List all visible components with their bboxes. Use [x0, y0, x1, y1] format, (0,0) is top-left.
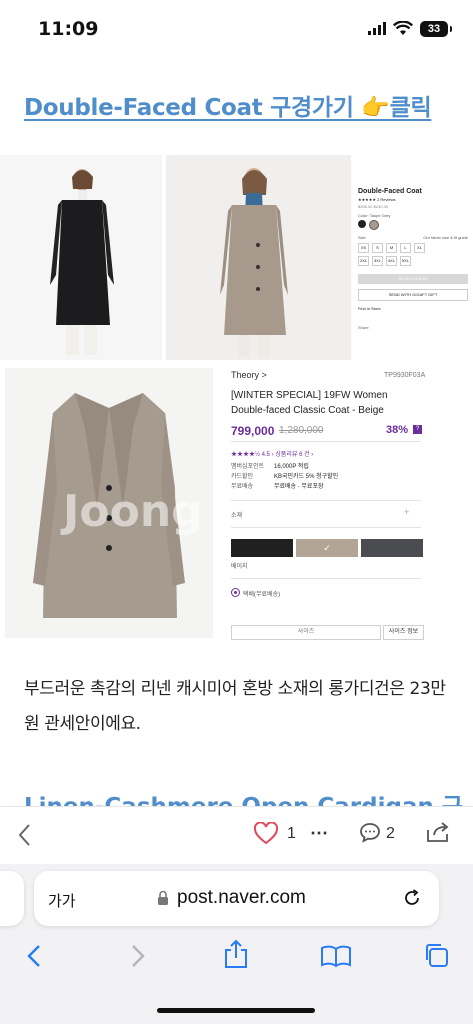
swatch-taupe[interactable]	[369, 220, 379, 230]
color-swatch-black[interactable]	[231, 539, 293, 557]
size-option[interactable]: M	[386, 243, 397, 253]
select-size-button[interactable]: SELECT A SIZE	[358, 274, 468, 284]
product-rating[interactable]: ★★★★½ 4.5 › 상품리뷰 6 건 ›	[231, 449, 313, 458]
product-brand[interactable]: Theory >	[231, 370, 267, 380]
ship-value: 무료배송 · 무료포장	[274, 484, 324, 490]
card-value: KB국민카드 5% 청구할인	[274, 474, 339, 480]
point-label: 멤버십포인트	[231, 464, 265, 470]
bookmarks-icon[interactable]	[320, 944, 352, 968]
watermark-text: Joong	[63, 486, 203, 537]
size-option[interactable]: S	[372, 243, 383, 253]
black-coat-photo	[0, 155, 162, 360]
text-size-button[interactable]: 가가	[48, 890, 76, 911]
more-options-icon[interactable]: ⋯	[310, 823, 328, 844]
card-label: 카드할인	[231, 474, 254, 480]
size-option[interactable]: L	[400, 243, 411, 253]
size-select[interactable]: 사이즈	[231, 625, 381, 640]
product-name-line1: [WINTER SPECIAL] 19FW Women	[231, 390, 388, 401]
size-option[interactable]: 2XL	[358, 256, 369, 266]
article-paragraph: 부드러운 촉감의 리넨 캐시미어 혼방 소재의 롱가디건은 23만원 관세안이에…	[24, 679, 446, 734]
size-option[interactable]: 3XL	[372, 256, 383, 266]
size-option[interactable]: 5XL	[400, 256, 411, 266]
comment-count: 2	[386, 825, 395, 842]
battery-indicator: 33	[420, 21, 452, 37]
shop-side-size-grid: XS S M L XL 2XL 3XL 4XL 5XL	[358, 243, 473, 266]
shop-side-price: $395.00 $240.00	[358, 204, 389, 209]
coat-link-title[interactable]: Double-Faced Coat 구경가기 👉클릭	[24, 88, 432, 122]
selected-color-name: 베이지	[231, 564, 248, 570]
shop-side-share[interactable]: Share	[358, 325, 473, 330]
product-code: TP9930F03A	[384, 372, 426, 379]
ship-label: 무료배송	[231, 484, 254, 490]
material-label: 소재	[231, 513, 243, 519]
blog-share-icon[interactable]	[425, 820, 451, 844]
url-text[interactable]: post.naver.com	[177, 887, 306, 909]
point-value: 16,000P 적립	[274, 464, 309, 470]
size-option[interactable]: 4XL	[386, 256, 397, 266]
product-price: 799,000	[231, 424, 275, 438]
color-swatch-charcoal[interactable]	[361, 539, 423, 557]
like-count: 1	[287, 825, 296, 842]
browser-forward-icon[interactable]	[130, 944, 146, 968]
tabs-icon[interactable]	[422, 941, 450, 969]
product-discount: 38%	[386, 424, 409, 436]
home-indicator	[157, 1008, 315, 1013]
shop-side-reviews: ★★★★★ 2 Reviews	[358, 197, 396, 202]
shop-side-size-label: Size	[358, 235, 366, 240]
blog-back-icon[interactable]	[17, 823, 31, 847]
delivery-radio[interactable]	[231, 588, 240, 597]
shop-side-color-label: Color: Taupe Grey	[358, 213, 391, 218]
product-price-old: 1,280,000	[279, 425, 324, 436]
shop-side-swatches	[358, 220, 473, 230]
browser-back-icon[interactable]	[26, 944, 42, 968]
find-in-store-link[interactable]: Find in Store	[358, 306, 473, 311]
wifi-icon	[393, 21, 413, 36]
share-icon[interactable]	[223, 939, 249, 969]
shop-side-title: Double-Faced Coat	[358, 188, 422, 195]
discount-info-icon[interactable]: ?	[413, 425, 422, 434]
heart-icon[interactable]	[253, 822, 279, 846]
send-gift-button[interactable]: SEND WITH GIGAFT GIFT	[358, 289, 468, 301]
size-option[interactable]: XS	[358, 243, 369, 253]
comment-icon[interactable]	[358, 821, 382, 845]
color-swatch-beige[interactable]: ✓	[296, 539, 358, 557]
size-info-button[interactable]: 사이즈 정보	[383, 625, 424, 640]
reload-icon[interactable]	[401, 887, 423, 909]
beige-coat-model-photo	[166, 155, 351, 360]
swatch-black[interactable]	[358, 220, 366, 228]
shop-side-panel: Double-Faced Coat ★★★★★ 2 Reviews $395.0…	[353, 155, 473, 360]
blog-action-bar	[0, 806, 473, 865]
product-name-line2: Double-faced Classic Coat - Beige	[231, 405, 384, 416]
size-option[interactable]: XL	[414, 243, 425, 253]
status-time: 11:09	[38, 18, 99, 40]
material-expand-icon[interactable]: +	[404, 507, 409, 517]
beige-coat-flat-photo: Joong	[5, 368, 213, 638]
lock-icon	[157, 890, 169, 906]
signal-icon	[368, 22, 386, 35]
shop-side-size-guide[interactable]: Our fabric size & fit guide	[423, 235, 468, 240]
previous-tab-preview[interactable]	[0, 871, 24, 926]
delivery-option: 택배(무료배송)	[243, 592, 281, 598]
